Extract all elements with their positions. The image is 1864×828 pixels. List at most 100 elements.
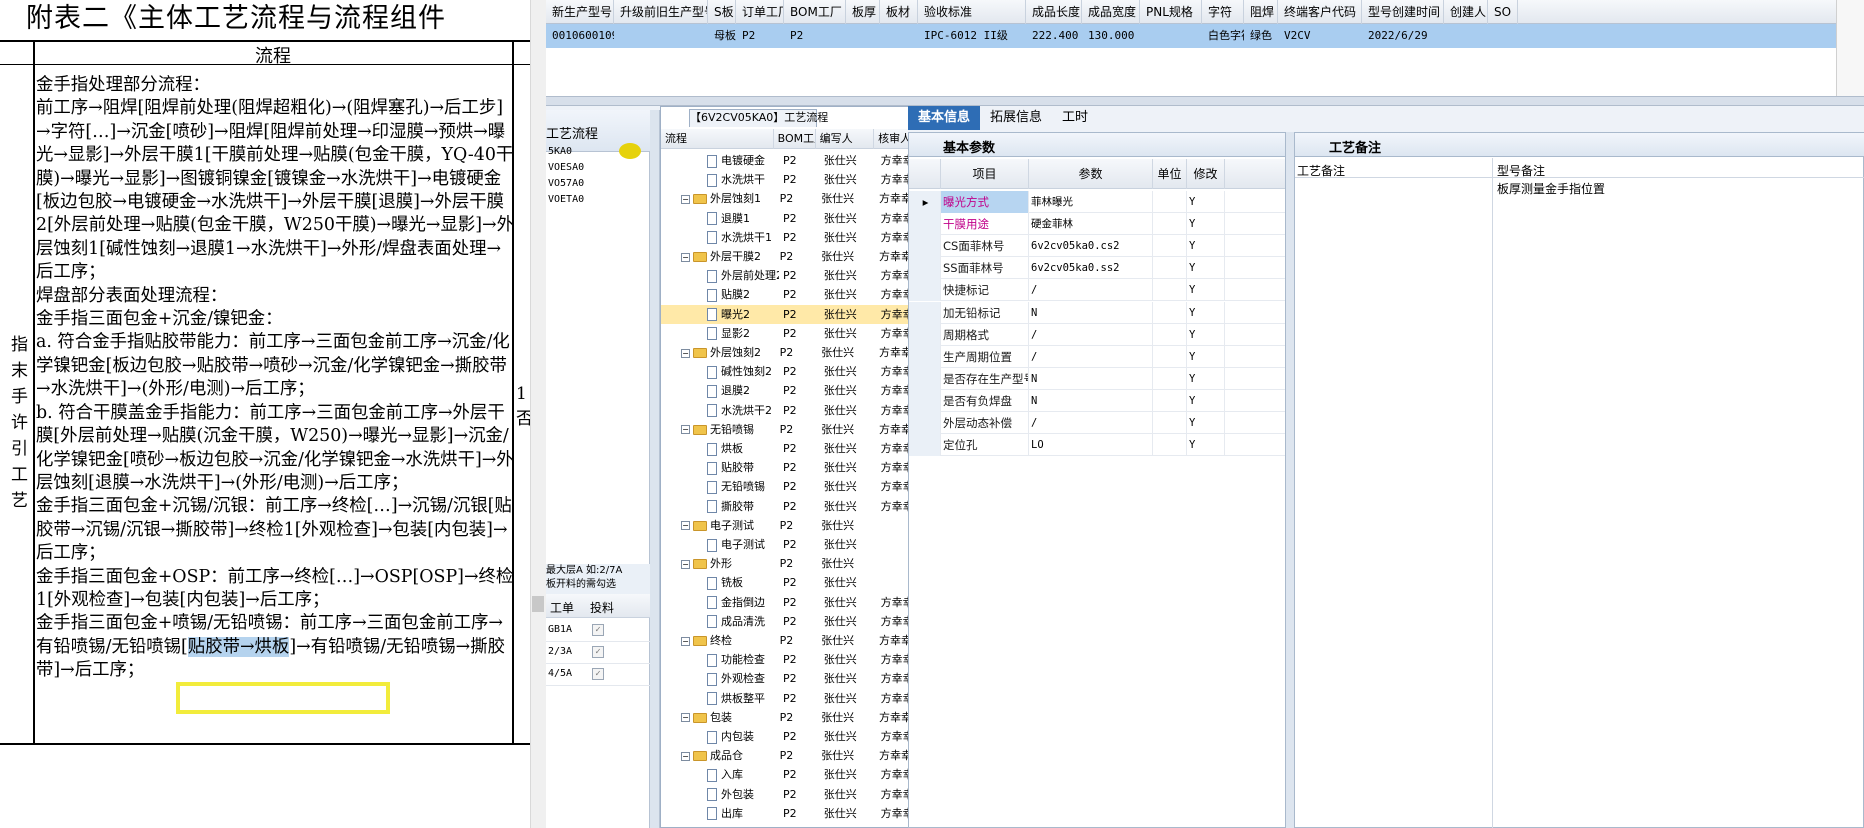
table-row[interactable]: 加无铅标记 N Y	[909, 301, 1285, 324]
feed-checkbox[interactable]: ✓	[592, 646, 604, 658]
feed-checkbox[interactable]: ✓	[592, 668, 604, 680]
table-row[interactable]: 干膜用途 硬金菲林 Y	[909, 213, 1285, 236]
grid-cell[interactable]: P2	[736, 24, 784, 48]
grid-cell[interactable]: 绿色	[1244, 24, 1278, 48]
param-column-header[interactable]	[909, 159, 941, 189]
collapse-icon[interactable]: −	[681, 348, 690, 358]
grid-column-header[interactable]: 阻焊	[1244, 0, 1278, 24]
grid-cell[interactable]	[1444, 24, 1488, 48]
collapse-icon[interactable]: −	[681, 425, 690, 435]
param-column-header[interactable]: 项目	[941, 159, 1029, 189]
collapse-icon[interactable]: −	[681, 252, 690, 262]
table-row[interactable]: 外层动态补偿 / Y	[909, 412, 1285, 434]
flow-column-header[interactable]: 流程	[661, 129, 774, 149]
grid-column-header[interactable]: SO	[1488, 0, 1518, 24]
grid-column-header[interactable]: 板材	[880, 0, 918, 24]
flow-tab-label[interactable]: 【6V2CV05KA0】工艺流程	[689, 109, 828, 127]
vertical-splitter[interactable]	[650, 110, 660, 828]
list-item[interactable]: 5KA0	[548, 146, 572, 157]
param-column-header[interactable]: 单位	[1153, 159, 1187, 189]
param-value[interactable]: /	[1029, 279, 1153, 302]
param-value[interactable]: 硬金菲林	[1029, 213, 1153, 236]
grid-cell[interactable]: 222.400	[1026, 24, 1082, 48]
list-item[interactable]: VO57A0	[548, 178, 584, 189]
document-scrollbar[interactable]	[530, 0, 546, 828]
grid-scrollbar[interactable]	[1836, 0, 1864, 96]
grid-column-header[interactable]: 板厚	[846, 0, 880, 24]
process-remark-column[interactable]: 工艺备注	[1295, 158, 1493, 828]
grid-column-header[interactable]: PNL规格	[1140, 0, 1202, 24]
grid-cell[interactable]: IPC-6012 II级	[918, 24, 1026, 48]
chat-bubble-icon[interactable]	[619, 143, 641, 159]
grid-column-header[interactable]: 新生产型号	[546, 0, 614, 24]
param-value[interactable]: /	[1029, 412, 1153, 434]
work-order-row[interactable]: 4/5A ✓	[546, 664, 650, 686]
table-row[interactable]: SS面菲林号 6v2cv05ka0.ss2 Y	[909, 257, 1285, 280]
horizontal-splitter[interactable]	[546, 96, 1864, 106]
param-value[interactable]: N	[1029, 301, 1153, 324]
param-column-header[interactable]: 修改	[1187, 159, 1225, 189]
list-item[interactable]: VOESA0	[548, 162, 584, 173]
grid-column-header[interactable]: BOM工厂	[784, 0, 846, 24]
param-value[interactable]: LO	[1029, 434, 1153, 457]
grid-cell[interactable]: 0010600109092	[546, 24, 614, 48]
grid-cell[interactable]: 母板	[708, 24, 736, 48]
collapse-icon[interactable]: −	[681, 521, 690, 531]
document-scroll-thumb[interactable]	[532, 596, 544, 612]
grid-cell[interactable]	[880, 24, 918, 48]
list-item[interactable]: VOETA0	[548, 194, 584, 205]
grid-cell[interactable]	[1140, 24, 1202, 48]
feed-checkbox[interactable]: ✓	[592, 624, 604, 636]
table-row[interactable]: 是否存在生产型号 N Y	[909, 367, 1285, 390]
table-row[interactable]: ▸ 曝光方式 菲林曝光 Y	[909, 191, 1285, 213]
collapse-icon[interactable]: −	[681, 713, 690, 723]
param-value[interactable]: /	[1029, 345, 1153, 368]
collapse-icon[interactable]: −	[681, 751, 690, 761]
param-column-header[interactable]: 参数	[1029, 159, 1153, 189]
work-order-row[interactable]: GB1A ✓	[546, 620, 650, 642]
grid-column-header[interactable]: 成品宽度	[1082, 0, 1140, 24]
collapse-icon[interactable]: −	[681, 559, 690, 569]
tab-1[interactable]: 拓展信息	[980, 106, 1052, 130]
param-value[interactable]: 菲林曝光	[1029, 191, 1153, 213]
grid-column-header[interactable]: 型号创建时间	[1362, 0, 1444, 24]
table-row[interactable]: 0010600109092母板P2P2IPC-6012 II级222.40013…	[546, 24, 1836, 48]
grid-column-header[interactable]: 终端客户代码	[1278, 0, 1362, 24]
param-value[interactable]: /	[1029, 323, 1153, 346]
grid-cell[interactable]	[614, 24, 708, 48]
flow-column-header[interactable]: BOM工厂	[774, 129, 816, 149]
step-name: 外观检查	[721, 672, 765, 686]
grid-cell[interactable]: 2022/6/29	[1362, 24, 1444, 48]
grid-cell[interactable]: P2	[784, 24, 846, 48]
work-order-row[interactable]: 2/3A ✓	[546, 642, 650, 664]
grid-column-header[interactable]: 升级前旧生产型号	[614, 0, 708, 24]
grid-column-header[interactable]: 创建人	[1444, 0, 1488, 24]
grid-cell[interactable]: 白色字符	[1202, 24, 1244, 48]
grid-column-header[interactable]: 订单工厂	[736, 0, 784, 24]
vertical-splitter[interactable]	[1286, 132, 1294, 828]
model-remark-column[interactable]: 型号备注 板厚测量金手指位置	[1493, 158, 1864, 828]
table-row[interactable]: 是否有负焊盘 N Y	[909, 389, 1285, 412]
param-value[interactable]: N	[1029, 367, 1153, 390]
grid-column-header[interactable]: S板	[708, 0, 736, 24]
flow-column-header[interactable]: 编写人	[816, 129, 875, 149]
table-row[interactable]: 周期格式 / Y	[909, 323, 1285, 346]
collapse-icon[interactable]: −	[681, 636, 690, 646]
collapse-icon[interactable]: −	[681, 194, 690, 204]
param-value[interactable]: N	[1029, 389, 1153, 412]
tab-0[interactable]: 基本信息	[908, 106, 981, 130]
param-value[interactable]: 6v2cv05ka0.ss2	[1029, 257, 1153, 280]
grid-cell[interactable]	[1488, 24, 1518, 48]
tab-2[interactable]: 工时	[1052, 106, 1098, 130]
grid-column-header[interactable]: 验收标准	[918, 0, 1026, 24]
grid-cell[interactable]: 130.000	[1082, 24, 1140, 48]
table-row[interactable]: CS面菲林号 6v2cv05ka0.cs2 Y	[909, 235, 1285, 258]
table-row[interactable]: 定位孔 LO Y	[909, 434, 1285, 457]
table-row[interactable]: 快捷标记 / Y	[909, 279, 1285, 302]
param-value[interactable]: 6v2cv05ka0.cs2	[1029, 235, 1153, 258]
table-row[interactable]: 生产周期位置 / Y	[909, 345, 1285, 368]
grid-cell[interactable]	[846, 24, 880, 48]
grid-cell[interactable]: V2CV	[1278, 24, 1362, 48]
grid-column-header[interactable]: 字符	[1202, 0, 1244, 24]
grid-column-header[interactable]: 成品长度	[1026, 0, 1082, 24]
